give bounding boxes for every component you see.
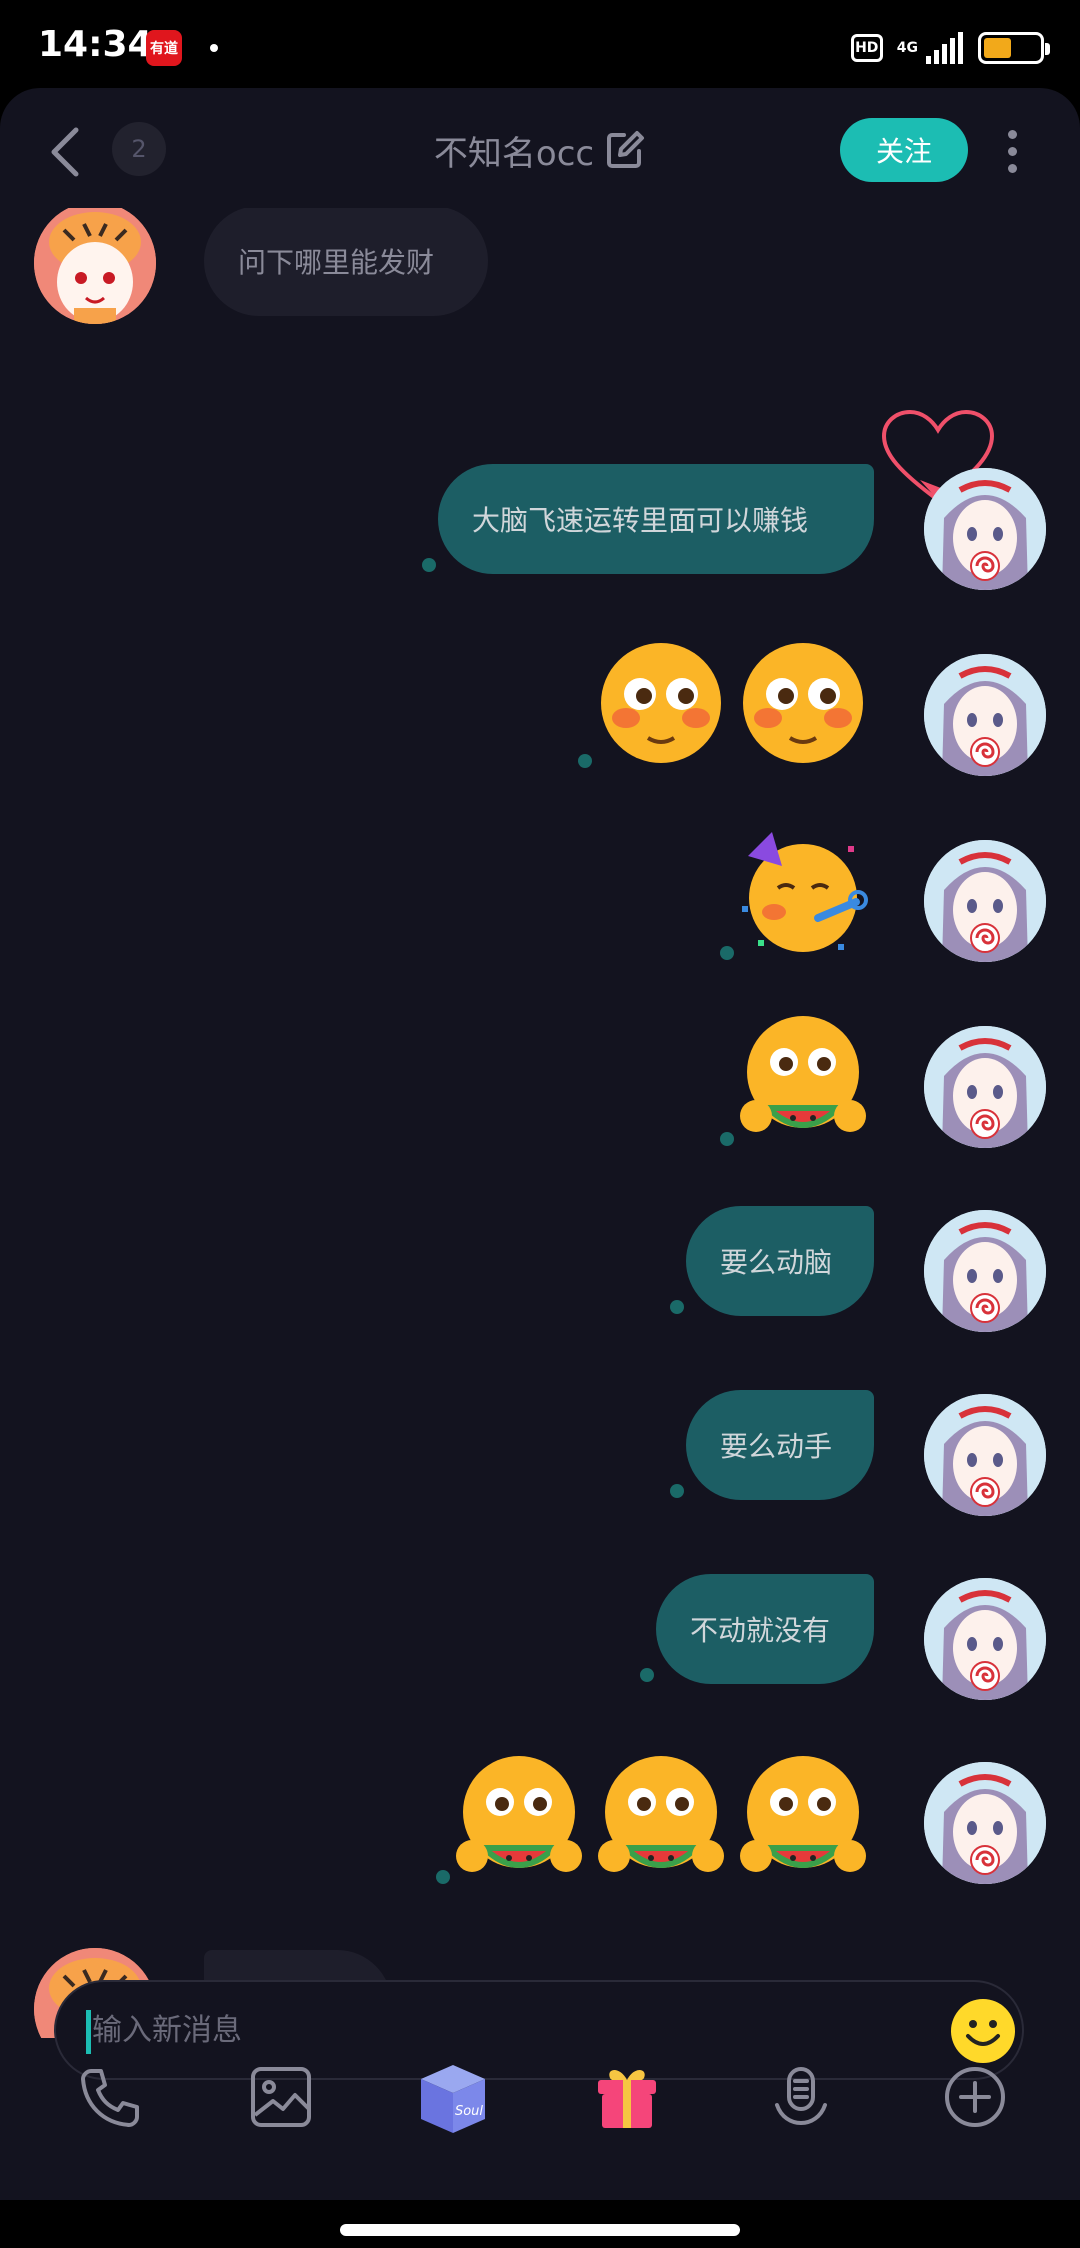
flushed-face-emoji[interactable] (596, 638, 726, 768)
avatar-self[interactable] (924, 468, 1046, 590)
gift-icon (598, 2070, 656, 2128)
watermelon-face-icon (456, 1756, 582, 1872)
flushed-face-emoji[interactable] (738, 638, 868, 768)
hd-badge: HD (850, 34, 883, 62)
battery-icon (978, 32, 1050, 64)
more-dot-icon (1007, 130, 1017, 139)
plus-icon (945, 2067, 1005, 2127)
status-indicators: HD 4G (850, 28, 1050, 68)
bubble-tail-dot (720, 1132, 734, 1146)
message-bubble-outgoing[interactable]: 要么动脑 (686, 1206, 874, 1316)
bubble-tail-dot (578, 754, 592, 768)
soul-box-icon: Soul (421, 2065, 485, 2133)
bottom-toolbar: Soul (0, 2052, 1080, 2152)
network-type: 4G (896, 40, 918, 56)
flushed-face-icon (601, 643, 721, 763)
status-bar: 14:34 有道 HD 4G (0, 0, 1080, 92)
avatar-contact[interactable] (34, 208, 156, 324)
watermelon-face-emoji[interactable] (738, 1752, 868, 1882)
battery-fill (984, 38, 1011, 58)
phone-icon (81, 2069, 139, 2127)
watermelon-face-emoji[interactable] (454, 1752, 584, 1882)
avatar-self[interactable] (924, 1578, 1046, 1700)
image-button[interactable] (236, 2052, 326, 2142)
gift-button[interactable] (582, 2052, 672, 2142)
message-bubble-incoming[interactable]: 问下哪里能发财 (204, 208, 488, 316)
chat-screen: 2 不知名occ 关注 问下哪里能发财 大脑飞速运转里面可以赚钱 要么动脑 要么… (0, 88, 1080, 2248)
message-bubble-outgoing[interactable]: 大脑飞速运转里面可以赚钱 (438, 464, 874, 574)
image-icon (251, 2067, 311, 2127)
girl-avatar-icon (924, 1762, 1046, 1884)
soul-box-button[interactable]: Soul (408, 2052, 498, 2142)
watermelon-face-emoji[interactable] (738, 1012, 868, 1142)
message-list[interactable]: 问下哪里能发财 大脑飞速运转里面可以赚钱 要么动脑 要么动手 不动就没有 (0, 208, 1080, 2038)
girl-avatar-icon (924, 654, 1046, 776)
more-options-button[interactable] (994, 124, 1030, 184)
avatar-self[interactable] (924, 1762, 1046, 1884)
message-bubble-outgoing[interactable]: 不动就没有 (656, 1574, 874, 1684)
message-bubble-outgoing[interactable]: 要么动手 (686, 1390, 874, 1500)
watermelon-face-icon (740, 1756, 866, 1872)
notification-dot (210, 44, 218, 52)
watermelon-face-emoji[interactable] (596, 1752, 726, 1882)
avatar-self[interactable] (924, 654, 1046, 776)
more-dot-icon (1007, 147, 1017, 156)
bubble-tail-dot (640, 1668, 654, 1682)
youdao-app-icon: 有道 (146, 30, 182, 66)
home-indicator[interactable] (340, 2224, 740, 2236)
voice-button[interactable] (756, 2052, 846, 2142)
phone-button[interactable] (64, 2052, 154, 2142)
avatar-self[interactable] (924, 1026, 1046, 1148)
bubble-tail-dot (670, 1484, 684, 1498)
watermelon-face-icon (740, 1016, 866, 1132)
party-face-icon (742, 832, 868, 952)
party-face-emoji[interactable] (738, 826, 868, 956)
tiger-avatar-icon (34, 208, 156, 324)
girl-avatar-icon (924, 1210, 1046, 1332)
signal-icon (926, 32, 963, 64)
follow-button[interactable]: 关注 (840, 118, 968, 182)
avatar-self[interactable] (924, 1394, 1046, 1516)
bubble-tail-dot (436, 1870, 450, 1884)
bubble-tail-dot (670, 1300, 684, 1314)
edit-icon[interactable] (604, 129, 646, 171)
chat-title: 不知名occ (433, 133, 595, 174)
voice-icon (775, 2067, 827, 2126)
chat-header: 2 不知名occ 关注 (0, 88, 1080, 208)
avatar-self[interactable] (924, 840, 1046, 962)
bubble-tail-dot (422, 558, 436, 572)
girl-avatar-icon (924, 1394, 1046, 1516)
avatar-self[interactable] (924, 1210, 1046, 1332)
girl-avatar-icon (924, 468, 1046, 590)
girl-avatar-icon (924, 840, 1046, 962)
flushed-face-icon (743, 643, 863, 763)
more-actions-button[interactable] (930, 2052, 1020, 2142)
girl-avatar-icon (924, 1578, 1046, 1700)
text-cursor (86, 2010, 91, 2054)
more-dot-icon (1007, 164, 1017, 173)
soul-box-label: Soul (455, 2104, 483, 2119)
bubble-tail-dot (720, 946, 734, 960)
girl-avatar-icon (924, 1026, 1046, 1148)
status-time: 14:34 (38, 24, 153, 65)
watermelon-face-icon (598, 1756, 724, 1872)
